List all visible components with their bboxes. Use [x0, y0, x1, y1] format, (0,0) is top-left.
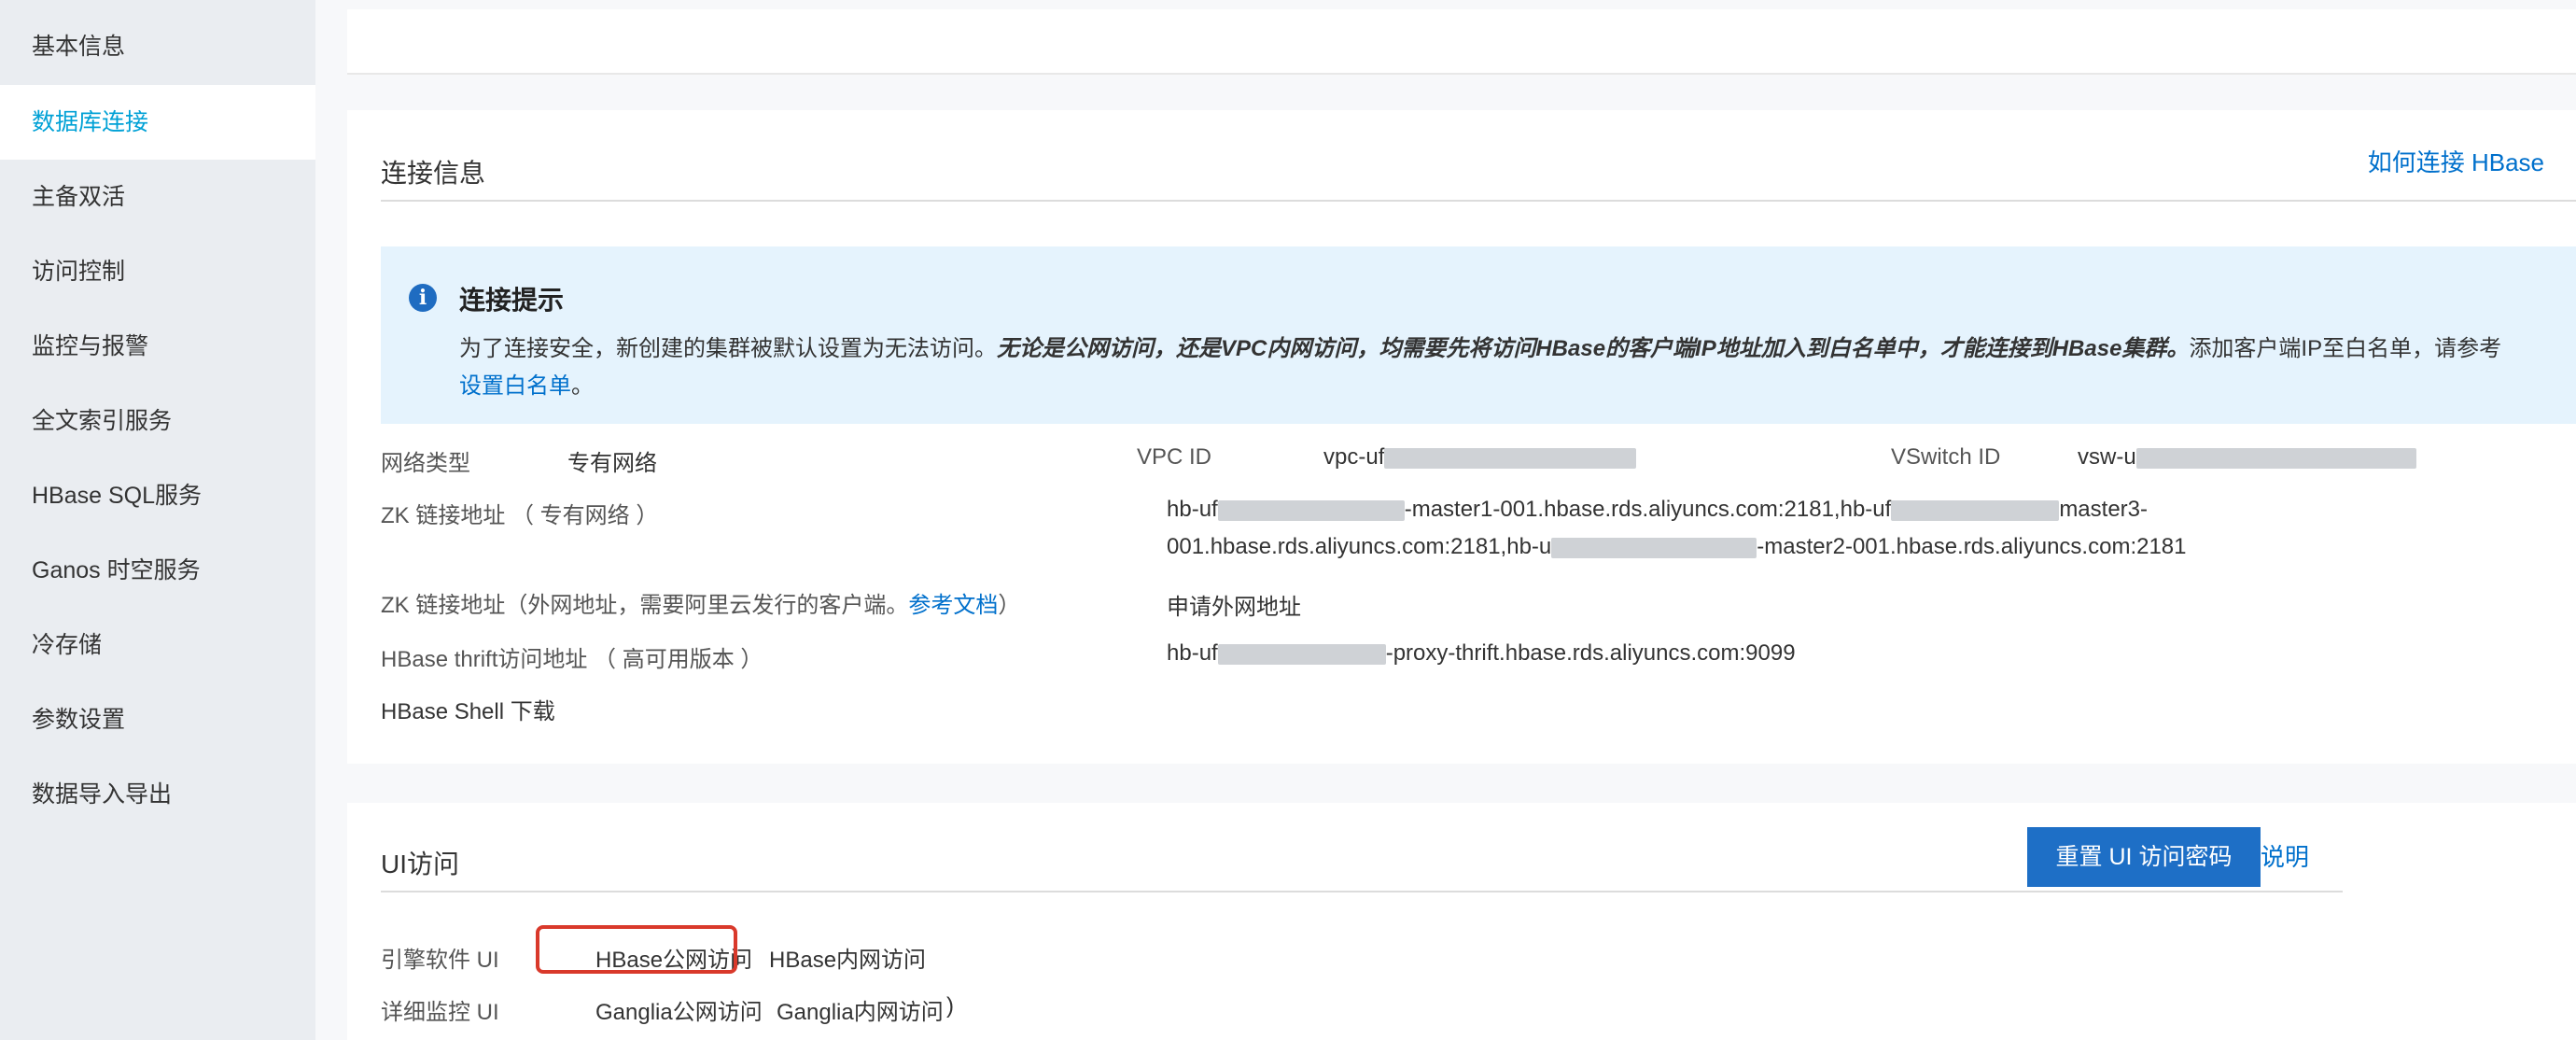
masked-value — [1891, 499, 2060, 521]
notice-text-bold: 无论是公网访问，还是VPC内网访问，均需要先将访问HBase的客户端IP地址加入… — [997, 336, 2190, 361]
thrift-value-a: hb-uf — [1167, 640, 1218, 666]
sidebar-item-cold-storage[interactable]: 冷存储 — [0, 608, 315, 682]
zk-public-label-text: ZK 链接地址（外网地址，需要阿里云发行的客户端。 — [381, 593, 909, 618]
vswitch-id-value: vsw-u — [2078, 444, 2416, 471]
zk-vpc-line2-b: -master2-001.hbase.rds.aliyuncs.com:2181 — [1757, 534, 2187, 559]
sidebar-item-hbase-sql[interactable]: HBase SQL服务 — [0, 458, 315, 533]
sidebar-item-access-control[interactable]: 访问控制 — [0, 234, 315, 309]
vpc-id-label: VPC ID — [1137, 444, 1212, 470]
vpc-id-prefix: vpc-uf — [1323, 444, 1385, 470]
hbase-shell-download-link[interactable]: HBase Shell 下载 — [381, 693, 555, 725]
masked-value — [1217, 643, 1386, 665]
sidebar-item-db-connection[interactable]: 数据库连接 — [0, 85, 315, 160]
top-card — [347, 9, 2576, 75]
vpc-id-value: vpc-uf — [1323, 444, 1637, 471]
zk-vpc-line1-a: hb-uf — [1167, 497, 1218, 522]
info-icon: i — [409, 284, 437, 312]
how-to-connect-link[interactable]: 如何连接 HBase — [2368, 144, 2544, 178]
notice-text: 为了连接安全，新创建的集群被默认设置为无法访问。无论是公网访问，还是VPC内网访… — [459, 330, 2541, 405]
sidebar: 基本信息 数据库连接 主备双活 访问控制 监控与报警 全文索引服务 HBase … — [0, 0, 315, 1040]
masked-value — [2135, 447, 2416, 469]
ganglia-private-access-link[interactable]: Ganglia内网访问 — [777, 993, 944, 1026]
thrift-value: hb-uf -proxy-thrift.hbase.rds.aliyuncs.co… — [1167, 640, 1796, 667]
notice-text-prefix: 为了连接安全，新创建的集群被默认设置为无法访问。 — [459, 336, 997, 361]
apply-public-address-link[interactable]: 申请外网地址 — [1167, 588, 1301, 621]
hbase-private-access-link[interactable]: HBase内网访问 — [769, 941, 926, 974]
whitelist-link[interactable]: 设置白名单 — [459, 373, 571, 399]
zk-vpc-label: ZK 链接地址 （ 专有网络 ） — [381, 503, 659, 528]
zk-vpc-line2-a: 001.hbase.rds.aliyuncs.com:2181,hb-u — [1167, 534, 1552, 559]
monitor-ui-label: 详细监控 UI — [381, 1000, 499, 1025]
network-type-label: 网络类型 — [381, 451, 470, 476]
zk-vpc-line2: 001.hbase.rds.aliyuncs.com:2181,hb-u -mas… — [1167, 534, 2187, 560]
highlight-annotation — [536, 925, 737, 974]
masked-value — [1217, 499, 1405, 521]
connection-notice: i 连接提示 为了连接安全，新创建的集群被默认设置为无法访问。无论是公网访问，还… — [381, 246, 2576, 424]
divider — [381, 200, 2576, 202]
zk-public-label: ZK 链接地址（外网地址，需要阿里云发行的客户端。参考文档） — [381, 586, 1020, 619]
zk-vpc-line1: hb-uf -master1-001.hbase.rds.aliyuncs.com… — [1167, 497, 2148, 523]
section-title-ui-access: UI访问 — [381, 850, 460, 878]
notice-title: 连接提示 — [459, 286, 565, 315]
reference-doc-link[interactable]: 参考文档 — [908, 593, 998, 618]
sidebar-item-fulltext-index[interactable]: 全文索引服务 — [0, 384, 315, 458]
sidebar-item-active-standby[interactable]: 主备双活 — [0, 160, 315, 234]
zk-vpc-line1-c: master3- — [2059, 497, 2148, 522]
masked-value — [1551, 537, 1757, 558]
notice-text-suffix: 添加客户端IP至白名单，请参考 — [2189, 336, 2502, 361]
vswitch-id-label: VSwitch ID — [1891, 444, 2001, 470]
sidebar-item-monitoring[interactable]: 监控与报警 — [0, 309, 315, 384]
divider — [381, 891, 2343, 892]
monitor-end-paren: ) — [946, 993, 954, 1019]
section-title-connection: 连接信息 — [381, 159, 486, 188]
reset-ui-password-button[interactable]: 重置 UI 访问密码 — [2027, 827, 2261, 887]
thrift-label: HBase thrift访问地址 （ 高可用版本 ） — [381, 647, 763, 672]
ganglia-public-access-link[interactable]: Ganglia公网访问 — [595, 993, 763, 1026]
vswitch-id-prefix: vsw-u — [2078, 444, 2136, 470]
sidebar-item-parameters[interactable]: 参数设置 — [0, 682, 315, 757]
connection-info-card: 连接信息 如何连接 HBase i 连接提示 为了连接安全，新创建的集群被默认设… — [347, 110, 2576, 764]
sidebar-item-import-export[interactable]: 数据导入导出 — [0, 757, 315, 832]
zk-vpc-line1-b: -master1-001.hbase.rds.aliyuncs.com:2181… — [1404, 497, 1892, 522]
notice-text-end: 。 — [571, 373, 594, 399]
sidebar-item-basic-info[interactable]: 基本信息 — [0, 9, 315, 84]
engine-ui-label: 引擎软件 UI — [381, 948, 499, 973]
thrift-value-b: -proxy-thrift.hbase.rds.aliyuncs.com:909… — [1385, 640, 1796, 666]
zk-public-label-end: ） — [998, 593, 1021, 618]
sidebar-item-ganos[interactable]: Ganos 时空服务 — [0, 533, 315, 608]
network-type-value: 专有网络 — [567, 451, 657, 476]
masked-value — [1384, 447, 1637, 469]
